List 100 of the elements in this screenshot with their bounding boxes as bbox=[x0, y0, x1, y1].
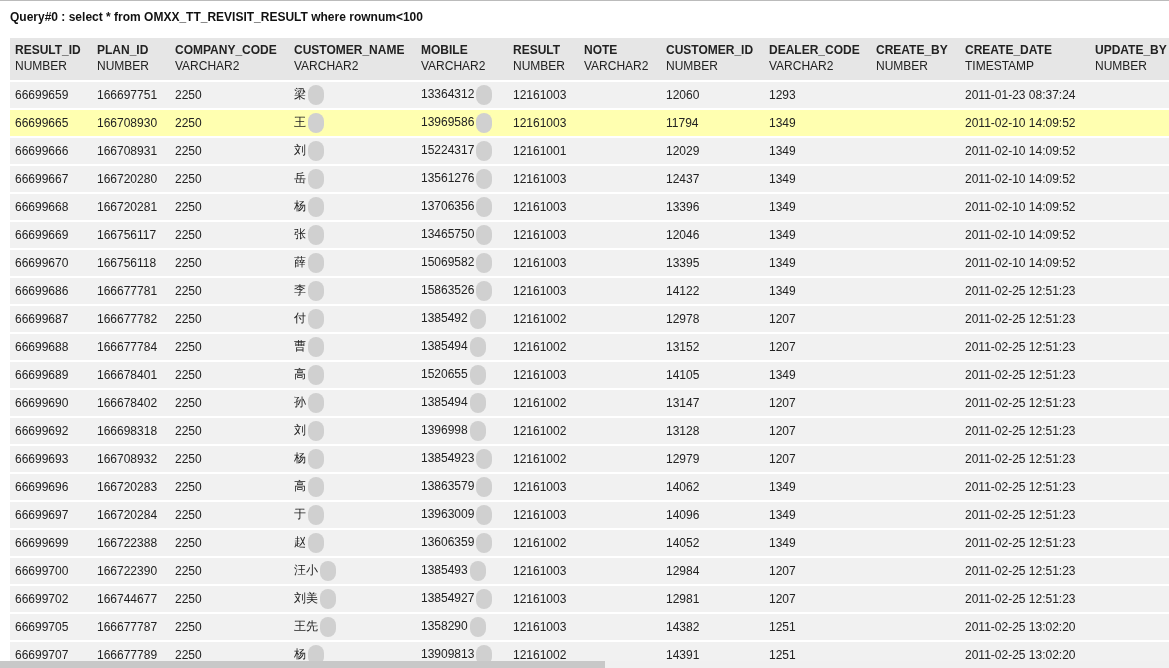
table-cell: 14105 bbox=[666, 368, 700, 382]
column-header[interactable]: CREATE_BY NUMBER bbox=[871, 38, 960, 82]
table-cell: 166677787 bbox=[97, 620, 158, 634]
table-cell: 11794 bbox=[666, 116, 699, 130]
column-header[interactable]: CREATE_DATE TIMESTAMP bbox=[960, 38, 1090, 82]
table-cell: 66699697 bbox=[15, 508, 69, 522]
table-cell: 2011-02-25 12:51:23 bbox=[965, 368, 1076, 382]
table-cell: 66699692 bbox=[15, 424, 69, 438]
redaction-mark bbox=[469, 393, 486, 413]
table-cell: 66699688 bbox=[15, 340, 69, 354]
table-cell: 汪小 bbox=[294, 563, 318, 578]
table-cell: 2250 bbox=[175, 340, 202, 354]
redaction-mark bbox=[308, 85, 324, 105]
table-cell: 1207 bbox=[769, 452, 796, 466]
table-cell: 66699700 bbox=[15, 564, 69, 578]
column-header[interactable]: CUSTOMER_ID NUMBER bbox=[661, 38, 764, 82]
column-header[interactable]: COMPANY_CODE VARCHAR2 bbox=[170, 38, 289, 82]
table-cell: 12984 bbox=[666, 564, 700, 578]
table-cell: 13854923 bbox=[421, 451, 475, 466]
table-cell: 1349 bbox=[769, 368, 796, 382]
column-header[interactable]: NOTE VARCHAR2 bbox=[579, 38, 661, 82]
table-cell: 2250 bbox=[175, 284, 202, 298]
table-cell: 66699659 bbox=[15, 88, 69, 102]
table-cell: 166678402 bbox=[97, 396, 158, 410]
table-cell: 刘美 bbox=[294, 591, 318, 606]
table-cell: 13147 bbox=[666, 396, 700, 410]
table-cell: 12161003 bbox=[513, 508, 567, 522]
table-cell: 12161003 bbox=[513, 620, 567, 634]
table-cell: 1251 bbox=[769, 620, 796, 634]
redaction-mark bbox=[308, 645, 324, 661]
table-cell: 2250 bbox=[175, 480, 202, 494]
table-cell: 166720281 bbox=[97, 200, 158, 214]
table-cell: 14122 bbox=[666, 284, 700, 298]
column-header[interactable]: CUSTOMER_NAME VARCHAR2 bbox=[289, 38, 416, 82]
table-cell: 12060 bbox=[666, 88, 700, 102]
table-cell: 12161001 bbox=[513, 144, 567, 158]
table-cell: 2011-02-10 14:09:52 bbox=[965, 116, 1076, 130]
table-cell: 于 bbox=[294, 507, 306, 522]
table-cell: 2011-02-25 12:51:23 bbox=[965, 312, 1076, 326]
table-cell: 13606359 bbox=[421, 535, 475, 550]
table-cell: 岳 bbox=[294, 171, 306, 186]
table-cell: 1251 bbox=[769, 648, 796, 661]
table-cell: 2250 bbox=[175, 88, 202, 102]
horizontal-scrollbar[interactable] bbox=[0, 661, 1169, 668]
column-header[interactable]: RESULT_ID NUMBER bbox=[10, 38, 92, 82]
redaction-mark bbox=[308, 281, 324, 301]
table-cell: 13152 bbox=[666, 340, 700, 354]
redaction-mark bbox=[476, 505, 493, 525]
table-cell: 12161003 bbox=[513, 564, 567, 578]
table-cell: 13364312 bbox=[421, 87, 475, 102]
table-cell: 2250 bbox=[175, 172, 202, 186]
table-cell: 赵 bbox=[294, 535, 306, 550]
table-cell: 2250 bbox=[175, 536, 202, 550]
redaction-mark bbox=[308, 365, 324, 385]
redaction-mark bbox=[308, 253, 324, 273]
table-cell: 1396998 bbox=[421, 423, 468, 438]
table-cell: 2011-02-25 12:51:23 bbox=[965, 564, 1076, 578]
redaction-mark bbox=[469, 561, 486, 581]
table-cell: 166708931 bbox=[97, 144, 158, 158]
table-cell: 1349 bbox=[769, 172, 796, 186]
redaction-mark bbox=[476, 449, 493, 469]
redaction-mark bbox=[320, 617, 336, 637]
table-cell: 2011-02-10 14:09:52 bbox=[965, 144, 1076, 158]
table-cell: 66699705 bbox=[15, 620, 69, 634]
table-cell: 14062 bbox=[666, 480, 700, 494]
table-cell: 15224317 bbox=[421, 143, 475, 158]
table-cell: 12978 bbox=[666, 312, 700, 326]
redaction-mark bbox=[308, 309, 324, 329]
table-cell: 15863526 bbox=[421, 283, 475, 298]
scrollbar-thumb[interactable] bbox=[0, 661, 605, 668]
table-cell: 12161002 bbox=[513, 396, 567, 410]
table-cell: 1207 bbox=[769, 564, 796, 578]
column-header[interactable]: UPDATE_BY NUMBER bbox=[1090, 38, 1169, 82]
table-cell: 2250 bbox=[175, 368, 202, 382]
redaction-mark bbox=[308, 225, 324, 245]
column-header[interactable]: DEALER_CODE VARCHAR2 bbox=[764, 38, 871, 82]
column-header[interactable]: PLAN_ID NUMBER bbox=[92, 38, 170, 82]
column-header[interactable]: RESULT NUMBER bbox=[508, 38, 579, 82]
table-cell: 1385492 bbox=[421, 311, 468, 326]
table-cell: 薛 bbox=[294, 255, 306, 270]
column-header[interactable]: MOBILE VARCHAR2 bbox=[416, 38, 508, 82]
table-cell: 166756117 bbox=[97, 228, 157, 242]
table-cell: 66699689 bbox=[15, 368, 69, 382]
table-cell: 166720280 bbox=[97, 172, 158, 186]
table-cell: 1207 bbox=[769, 396, 796, 410]
redaction-mark bbox=[320, 589, 336, 609]
table-cell: 12161003 bbox=[513, 256, 567, 270]
redaction-mark bbox=[308, 141, 324, 161]
table-cell: 12161003 bbox=[513, 172, 567, 186]
table-cell: 14391 bbox=[666, 648, 700, 661]
table-cell: 2011-02-25 12:51:23 bbox=[965, 536, 1076, 550]
table-cell: 13561276 bbox=[421, 171, 475, 186]
table-cell: 166677784 bbox=[97, 340, 158, 354]
table-cell: 2250 bbox=[175, 564, 202, 578]
table-cell: 1207 bbox=[769, 312, 796, 326]
redaction-mark bbox=[308, 337, 324, 357]
table-cell: 166698318 bbox=[97, 424, 158, 438]
table-cell: 孙 bbox=[294, 395, 306, 410]
table-cell: 2011-02-25 12:51:23 bbox=[965, 424, 1076, 438]
table-cell: 12981 bbox=[666, 592, 700, 606]
